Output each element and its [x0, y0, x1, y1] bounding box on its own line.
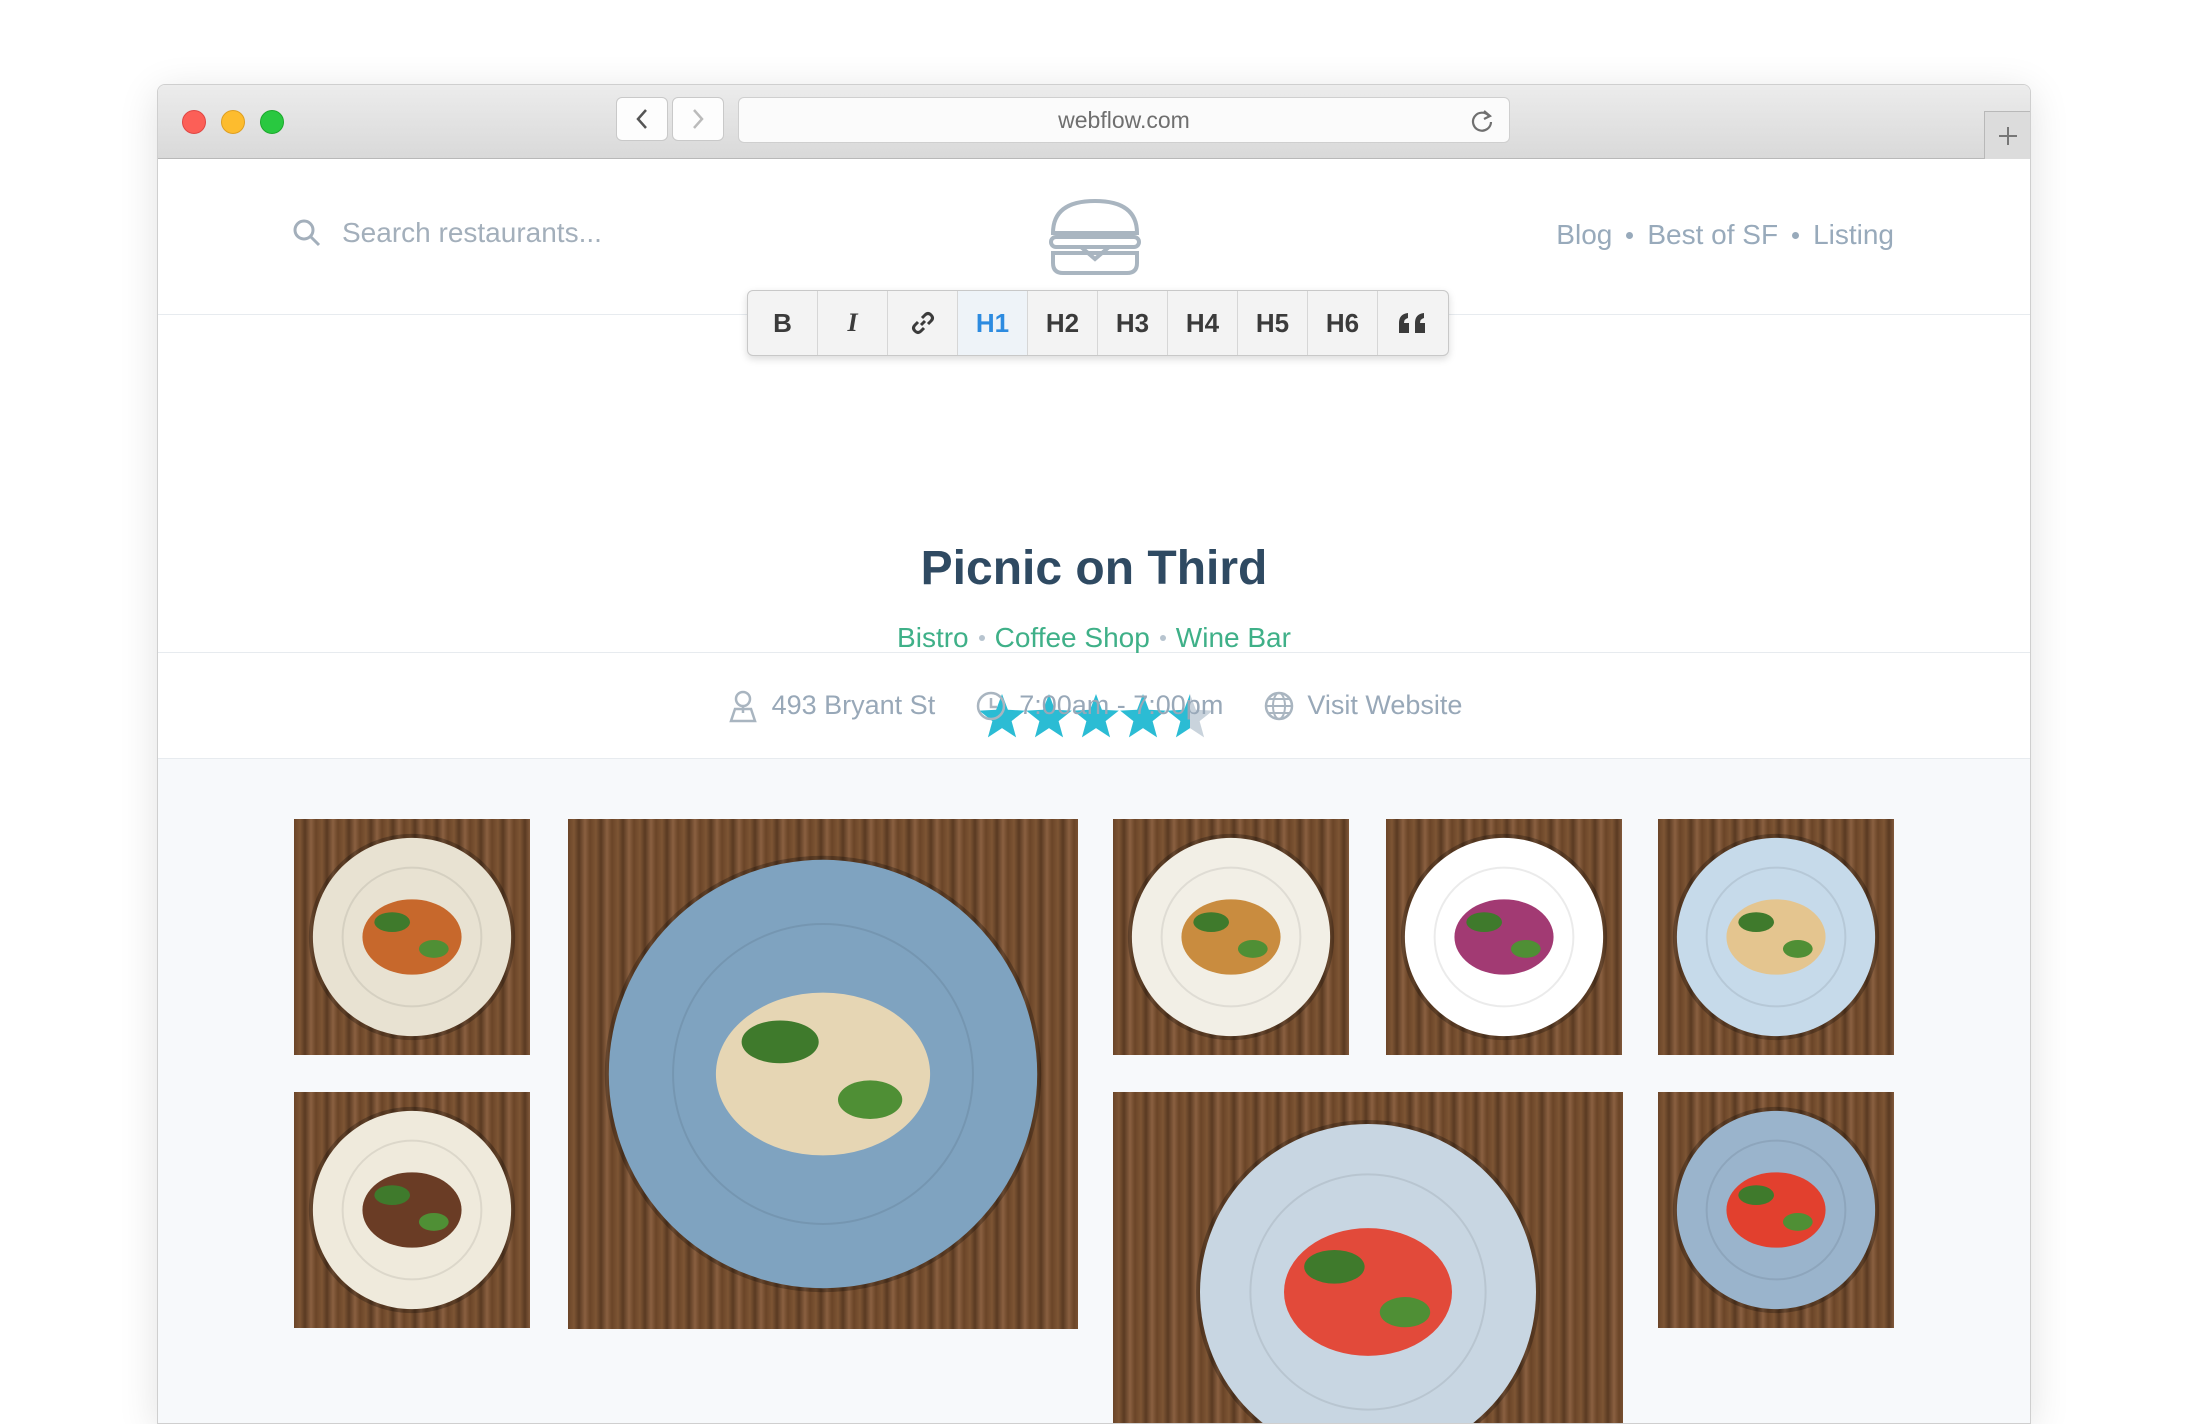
browser-titlebar: webflow.com: [158, 85, 2030, 159]
photo-gallery: [158, 759, 2030, 1423]
italic-button[interactable]: I: [818, 291, 888, 355]
gallery-photo-tomato-egg[interactable]: [1658, 1092, 1894, 1328]
address-bar[interactable]: webflow.com: [738, 97, 1510, 143]
category-coffee-shop[interactable]: Coffee Shop: [995, 622, 1150, 654]
new-tab-button[interactable]: [1984, 111, 2030, 159]
hours-item: 7:00am - 7:00pm: [975, 690, 1223, 722]
gallery-photo-pickled-cabbage[interactable]: [1386, 819, 1622, 1055]
restaurant-hero: Picnic on Third Bistro Coffee Shop Wine …: [158, 315, 2030, 738]
h1-button[interactable]: H1: [958, 291, 1028, 355]
top-navigation: Blog Best of SF Listing: [1556, 219, 1894, 251]
burger-logo-icon[interactable]: [1047, 197, 1143, 277]
back-button[interactable]: [616, 97, 668, 141]
link-icon: [911, 312, 934, 334]
hours-text: 7:00am - 7:00pm: [1019, 690, 1224, 720]
category-list: Bistro Coffee Shop Wine Bar: [158, 622, 2030, 654]
quote-icon: [1399, 313, 1425, 333]
h4-button[interactable]: H4: [1168, 291, 1238, 355]
nav-listing[interactable]: Listing: [1813, 219, 1894, 251]
chevron-right-icon: [693, 109, 704, 129]
forward-button[interactable]: [672, 97, 724, 141]
globe-icon: [1265, 691, 1294, 720]
nav-best-of-sf[interactable]: Best of SF: [1647, 219, 1778, 251]
browser-window: webflow.com Search restaurants... Blog B…: [157, 84, 2031, 1424]
reload-icon[interactable]: [1469, 108, 1495, 134]
address-text: 493 Bryant St: [771, 690, 936, 720]
restaurant-title[interactable]: Picnic on Third: [158, 541, 2030, 596]
h5-button[interactable]: H5: [1238, 291, 1308, 355]
chevron-left-icon: [636, 109, 647, 129]
close-window-button[interactable]: [182, 110, 206, 134]
nav-blog[interactable]: Blog: [1556, 219, 1612, 251]
gallery-photo-salmon-asparagus[interactable]: [1113, 819, 1349, 1055]
search-icon: [293, 219, 321, 247]
gallery-photo-chicken-blue-plate[interactable]: [568, 819, 1078, 1329]
category-bistro[interactable]: Bistro: [897, 622, 969, 654]
gallery-photo-gnocchi-tomato[interactable]: [1113, 1092, 1623, 1423]
nav-separator: [1792, 231, 1800, 239]
url-text: webflow.com: [1058, 106, 1190, 133]
visit-website-link[interactable]: Visit Website: [1307, 690, 1462, 721]
quote-button[interactable]: [1378, 291, 1448, 355]
category-separator: [978, 635, 985, 641]
search-field[interactable]: Search restaurants...: [292, 217, 602, 249]
link-button[interactable]: [888, 291, 958, 355]
bold-button[interactable]: B: [748, 291, 818, 355]
h3-button[interactable]: H3: [1098, 291, 1168, 355]
location-person-icon: [728, 690, 757, 722]
category-wine-bar[interactable]: Wine Bar: [1176, 622, 1291, 654]
plus-icon: [1998, 126, 2017, 145]
rich-text-toolbar: B I H1 H2 H3 H4 H5 H6: [747, 290, 1449, 356]
minimize-window-button[interactable]: [221, 110, 245, 134]
h6-button[interactable]: H6: [1308, 291, 1378, 355]
h2-button[interactable]: H2: [1028, 291, 1098, 355]
gallery-photo-fish-greens[interactable]: [1658, 819, 1894, 1055]
restaurant-info-bar: 493 Bryant St 7:00am - 7:00pm Visit Webs…: [158, 653, 2030, 759]
category-separator: [1159, 635, 1166, 641]
zoom-window-button[interactable]: [260, 110, 284, 134]
search-placeholder: Search restaurants...: [342, 217, 602, 248]
clock-icon: [976, 691, 1006, 720]
gallery-photo-meat-rice[interactable]: [294, 1092, 530, 1328]
nav-separator: [1626, 231, 1634, 239]
gallery-photo-roasted-carrots[interactable]: [294, 819, 530, 1055]
website-item[interactable]: Visit Website: [1263, 690, 1462, 722]
address-item: 493 Bryant St: [726, 689, 936, 723]
